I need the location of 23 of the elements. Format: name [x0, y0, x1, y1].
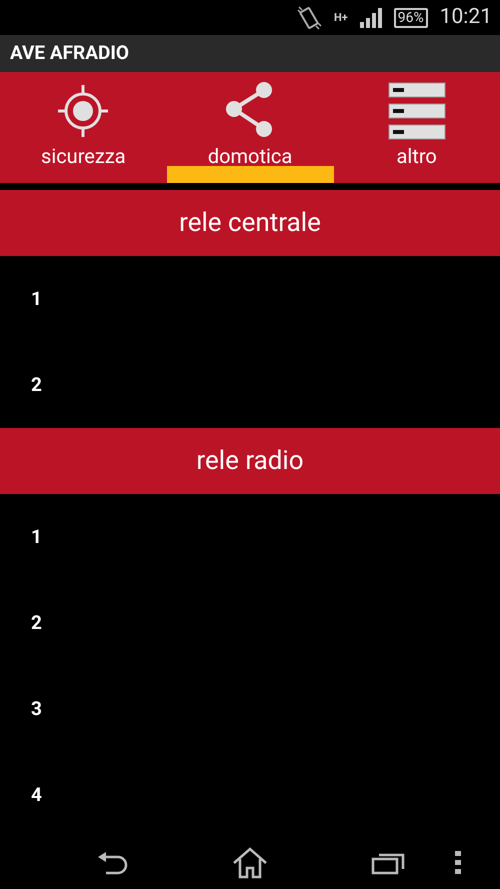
signal-icon: [360, 8, 382, 28]
network-type: H+: [334, 12, 348, 23]
section-title: rele centrale: [179, 206, 321, 240]
clock: 10:21: [440, 4, 492, 31]
vibrate-icon: [296, 6, 322, 30]
tab[interactable]: altro: [333, 72, 500, 183]
home-icon[interactable]: [232, 847, 268, 879]
list-item[interactable]: 1: [31, 284, 42, 314]
back-icon[interactable]: [96, 851, 128, 875]
tab[interactable]: domotica: [166, 72, 334, 183]
list-item[interactable]: 3: [31, 694, 42, 724]
more-icon[interactable]: [455, 851, 461, 875]
list-item[interactable]: 2: [31, 370, 42, 400]
list-item[interactable]: 4: [31, 780, 42, 810]
list-item[interactable]: 1: [31, 522, 42, 552]
tab[interactable]: sicurezza: [0, 72, 167, 183]
list-item[interactable]: 2: [31, 608, 42, 638]
list-icon: [388, 82, 446, 140]
app-title: AVE AFRADIO: [10, 40, 129, 66]
section-title: rele radio: [196, 444, 304, 478]
target-icon: [57, 83, 110, 139]
recent-apps-icon[interactable]: [371, 851, 405, 875]
battery-level: 96%: [394, 8, 428, 28]
